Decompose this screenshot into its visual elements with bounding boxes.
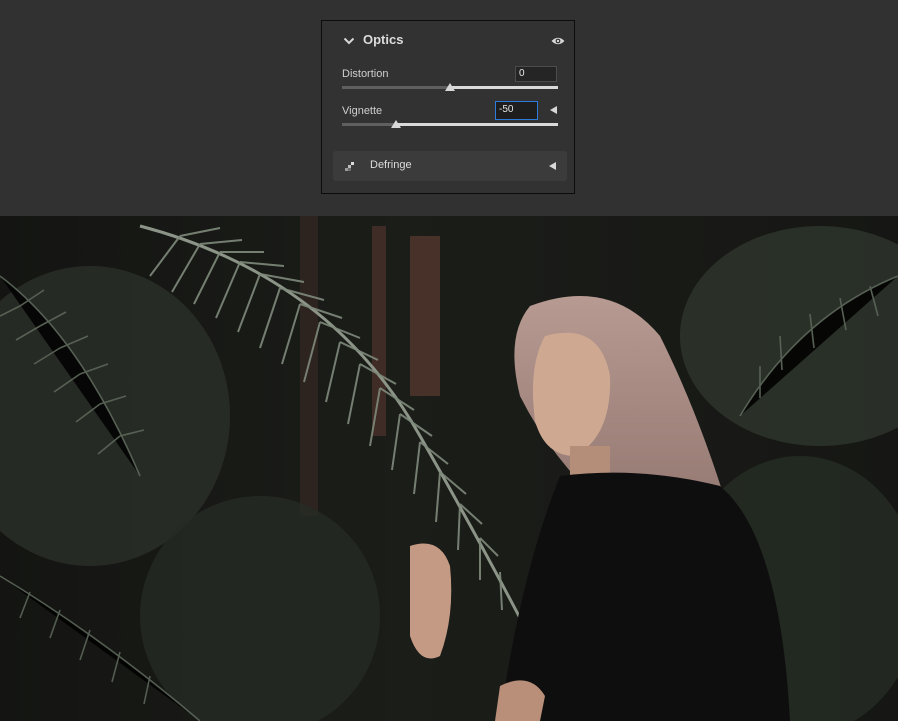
panel-title: Optics — [363, 32, 404, 47]
distortion-slider-thumb[interactable] — [445, 83, 455, 91]
vignette-reset-icon[interactable] — [550, 106, 557, 114]
vignette-slider-thumb[interactable] — [391, 120, 401, 128]
photo-canvas — [0, 216, 898, 721]
vignette-label: Vignette — [342, 105, 383, 117]
vignette-slider-fill — [396, 123, 558, 126]
distortion-value-field[interactable]: 0 — [515, 66, 557, 82]
vignette-slider-track[interactable] — [342, 123, 558, 126]
defringe-icon — [341, 157, 359, 175]
optics-panel: Optics Distortion 0 Vignette -50 Defring… — [321, 20, 575, 194]
triangle-left-icon[interactable] — [549, 162, 556, 170]
photo-image — [0, 216, 898, 721]
defringe-section-header[interactable]: Defringe — [333, 151, 567, 181]
optics-panel-header[interactable]: Optics — [322, 21, 574, 61]
distortion-label: Distortion — [342, 68, 389, 80]
defringe-label: Defringe — [370, 159, 412, 171]
eye-icon[interactable] — [550, 34, 566, 48]
vignette-value-field[interactable]: -50 — [495, 101, 538, 120]
distortion-slider-fill — [450, 86, 558, 89]
chevron-down-icon[interactable] — [342, 34, 356, 48]
